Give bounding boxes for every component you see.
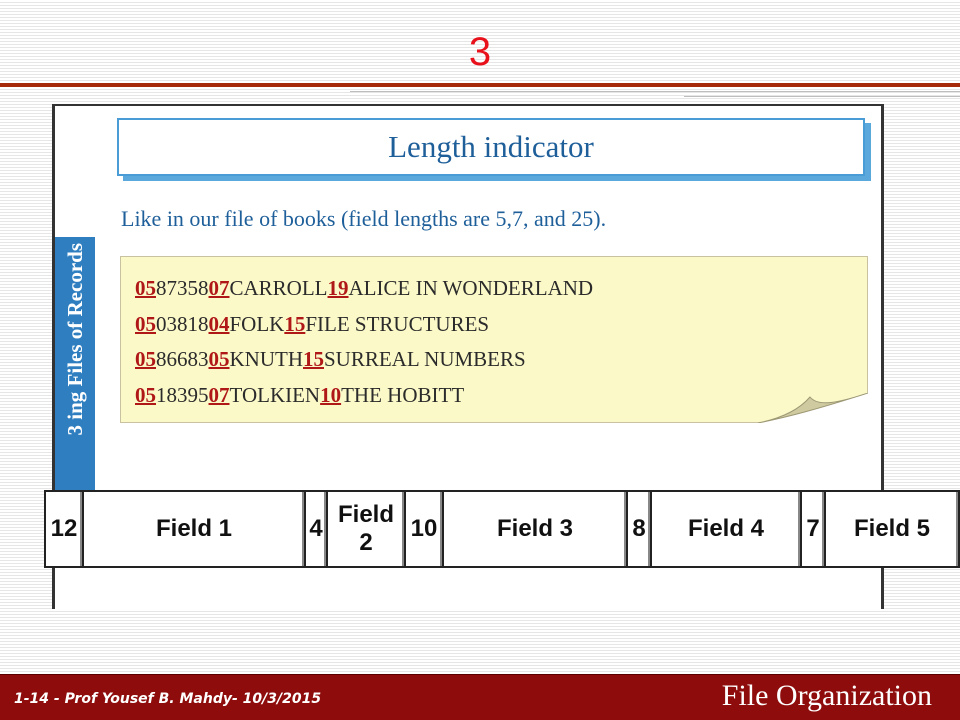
- field-value: FOLK: [229, 311, 285, 336]
- length-indicator: 15: [284, 311, 306, 336]
- slide-number: 3: [468, 30, 492, 74]
- records-list: 058735807CARROLL19ALICE IN WONDERLAND 050…: [135, 271, 593, 413]
- header-thin-rule-short: [684, 96, 960, 97]
- page-curl-icon: [758, 393, 868, 423]
- field-table-row: 12 Field 1 4 Field 2 10 Field 3 8 Field 4 7 Field…: [44, 490, 960, 568]
- length-indicator: 07: [208, 276, 230, 300]
- footer-author-date: 1-14 - Prof Yousef B. Mahdy- 10/3/2015: [14, 691, 322, 707]
- field-value: 18395: [156, 382, 209, 407]
- field-cell: Field 3: [442, 490, 628, 568]
- length-indicator: 05: [135, 347, 156, 371]
- field-value: SURREAL NUMBERS: [324, 347, 526, 371]
- field-value: TOLKIEN: [229, 382, 321, 407]
- header-thin-rule: [350, 91, 960, 92]
- field-value: KNUTH: [229, 347, 304, 371]
- chapter-side-tab-label: 3 ing Files of Records: [63, 243, 87, 436]
- record-line: 058668305KNUTH15SURREAL NUMBERS: [135, 342, 593, 378]
- header-rule: [0, 83, 960, 87]
- field-value: CARROLL: [229, 276, 328, 300]
- variable-length-fields-table: 12 Field 1 4 Field 2 10 Field 3 8 Field 4 7 Field…: [44, 490, 960, 568]
- length-indicator: 10: [320, 382, 342, 407]
- field-cell: Field 2: [326, 490, 406, 568]
- record-line: 058735807CARROLL19ALICE IN WONDERLAND: [135, 271, 593, 307]
- field-value: THE HOBITT: [341, 382, 465, 407]
- length-cell: 8: [626, 490, 652, 568]
- length-cell: 4: [304, 490, 328, 568]
- footer-bar: 1-14 - Prof Yousef B. Mahdy- 10/3/2015 F…: [0, 674, 960, 720]
- chapter-side-tab: 3 ing Files of Records: [55, 237, 95, 497]
- field-value: 87358: [156, 276, 209, 300]
- field-value: 03818: [156, 311, 209, 336]
- length-indicator: 04: [208, 311, 230, 336]
- field-cell: Field 5: [824, 490, 960, 568]
- length-cell: 10: [404, 490, 444, 568]
- section-description: Like in our file of books (field lengths…: [121, 206, 607, 231]
- length-indicator: 19: [327, 276, 349, 300]
- records-note: 058735807CARROLL19ALICE IN WONDERLAND 050…: [120, 256, 868, 423]
- field-value: 86683: [156, 347, 209, 371]
- length-indicator: 07: [208, 382, 230, 407]
- field-value: ALICE IN WONDERLAND: [348, 276, 594, 300]
- record-line: 051839507TOLKIEN10THE HOBITT: [135, 378, 593, 414]
- footer-course-title: File Organization: [721, 679, 932, 712]
- field-cell: Field 1: [82, 490, 306, 568]
- length-cell: 12: [44, 490, 84, 568]
- length-indicator: 05: [135, 276, 156, 300]
- length-indicator: 05: [208, 347, 230, 371]
- length-indicator: 05: [135, 311, 156, 336]
- field-value: FILE STRUCTURES: [305, 311, 490, 336]
- length-indicator: 05: [135, 382, 156, 407]
- length-indicator: 15: [303, 347, 324, 371]
- field-cell: Field 4: [650, 490, 802, 568]
- record-line: 050381804FOLK15FILE STRUCTURES: [135, 307, 593, 343]
- length-cell: 7: [800, 490, 826, 568]
- section-title: Length indicator: [117, 118, 865, 176]
